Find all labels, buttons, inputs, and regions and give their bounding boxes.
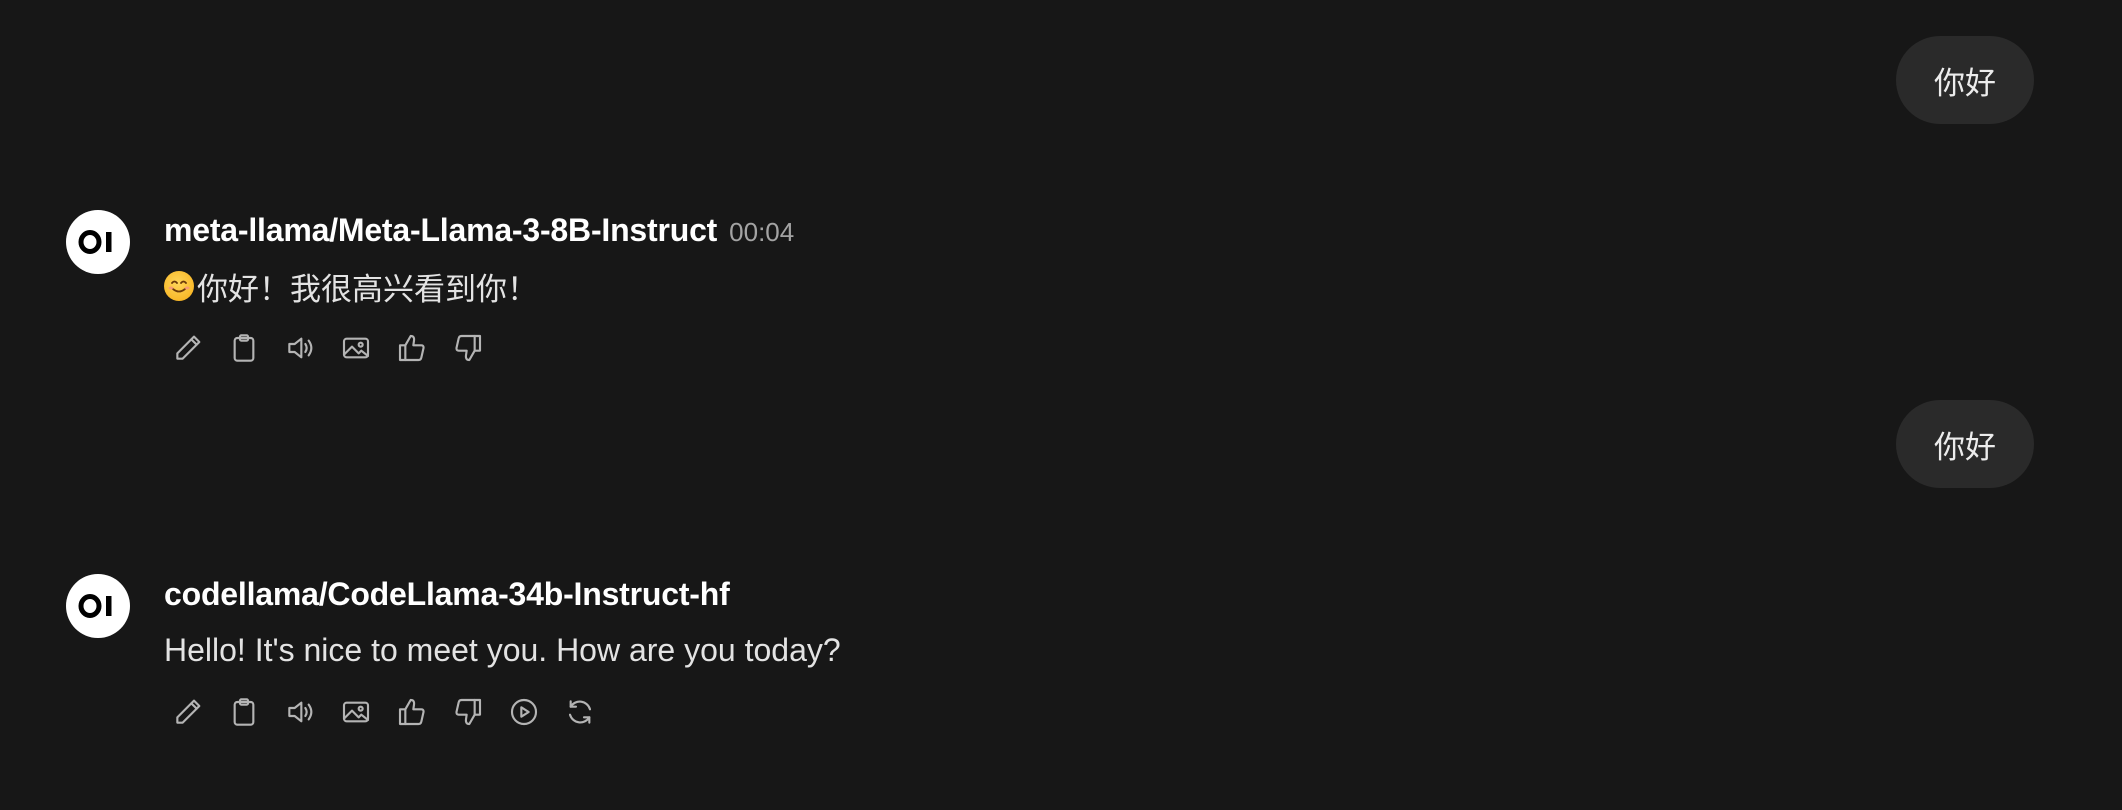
speaker-icon — [288, 701, 313, 723]
refresh-icon — [568, 700, 592, 724]
assistant-message: meta-llama/Meta-Llama-3-8B-Instruct 00:0… — [66, 210, 794, 370]
generate-image-button[interactable] — [340, 326, 396, 370]
image-icon — [342, 337, 370, 359]
bad-response-button[interactable] — [452, 326, 508, 370]
assistant-message-body: 你好！我很高兴看到你！ — [197, 271, 538, 308]
assistant-message: codellama/CodeLlama-34b-Instruct-hf Hell… — [66, 574, 841, 734]
pencil-icon — [176, 699, 201, 724]
thumbs-down-icon — [455, 698, 482, 726]
pencil-icon — [176, 335, 201, 360]
edit-button[interactable] — [172, 690, 228, 734]
message-actions — [172, 690, 841, 734]
play-circle-icon — [510, 698, 538, 726]
message-actions — [172, 326, 794, 370]
thumbs-down-icon — [455, 334, 482, 362]
model-name: meta-llama/Meta-Llama-3-8B-Instruct — [164, 212, 718, 248]
assistant-message-text: 你好！我很高兴看到你！ — [164, 264, 794, 308]
read-aloud-button[interactable] — [284, 690, 340, 734]
edit-button[interactable] — [172, 326, 228, 370]
open-webui-logo-icon — [78, 230, 112, 254]
copy-button[interactable] — [228, 690, 284, 734]
good-response-button[interactable] — [396, 326, 452, 370]
bad-response-button[interactable] — [452, 690, 508, 734]
model-name: codellama/CodeLlama-34b-Instruct-hf — [164, 576, 730, 612]
user-message: 你好 — [1896, 36, 2034, 124]
speaker-icon — [288, 337, 313, 359]
clipboard-icon — [233, 698, 255, 726]
assistant-message-text: Hello! It's nice to meet you. How are yo… — [164, 631, 841, 668]
model-avatar — [66, 210, 130, 274]
generate-image-button[interactable] — [340, 690, 396, 734]
user-message-bubble: 你好 — [1896, 400, 2034, 488]
regenerate-button[interactable] — [564, 690, 620, 734]
continue-response-button[interactable] — [508, 690, 564, 734]
thumbs-up-icon — [398, 698, 425, 726]
image-icon — [342, 701, 370, 723]
copy-button[interactable] — [228, 326, 284, 370]
open-webui-logo-icon — [78, 594, 112, 618]
model-avatar — [66, 574, 130, 638]
read-aloud-button[interactable] — [284, 326, 340, 370]
message-timestamp: 00:04 — [729, 217, 795, 247]
thumbs-up-icon — [398, 334, 425, 362]
good-response-button[interactable] — [396, 690, 452, 734]
clipboard-icon — [233, 334, 255, 362]
smiling-face-emoji-icon — [164, 271, 194, 301]
chat-thread: 你好 meta-llama/Meta-Llama-3-8B-Instruct 0… — [0, 0, 2122, 810]
user-message: 你好 — [1896, 400, 2034, 488]
user-message-bubble: 你好 — [1896, 36, 2034, 124]
